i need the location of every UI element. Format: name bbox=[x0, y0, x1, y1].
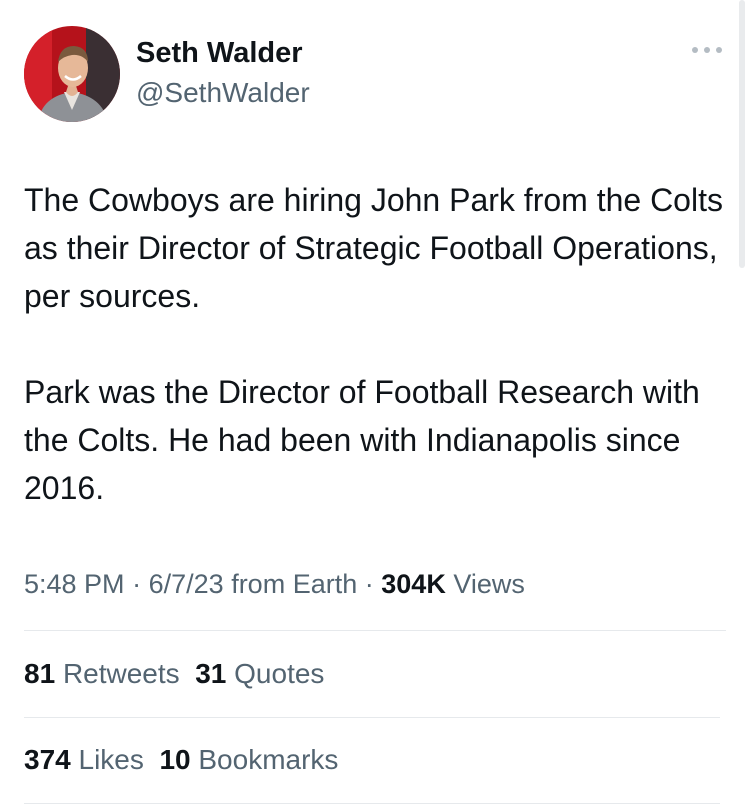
tweet-date[interactable]: 6/7/23 bbox=[149, 569, 224, 599]
tweet-time[interactable]: 5:48 PM bbox=[24, 569, 125, 599]
quotes-stat[interactable]: 31 Quotes bbox=[195, 658, 324, 689]
divider bbox=[24, 803, 720, 804]
tweet-paragraph: Park was the Director of Football Resear… bbox=[24, 374, 700, 506]
engagement-row-likes: 374 Likes 10 Bookmarks bbox=[24, 742, 338, 778]
more-dot bbox=[692, 47, 698, 53]
likes-label: Likes bbox=[78, 744, 144, 775]
tweet-paragraph: The Cowboys are hiring John Park from th… bbox=[24, 182, 723, 314]
avatar-photo bbox=[24, 26, 120, 122]
tweet-source: from Earth bbox=[231, 569, 358, 599]
bookmarks-label: Bookmarks bbox=[198, 744, 339, 775]
views-count: 304K bbox=[381, 569, 446, 599]
scrollbar[interactable] bbox=[739, 0, 745, 268]
quotes-count: 31 bbox=[195, 658, 227, 689]
bookmarks-stat[interactable]: 10 Bookmarks bbox=[159, 744, 338, 775]
author-display-name[interactable]: Seth Walder bbox=[136, 36, 303, 70]
avatar[interactable] bbox=[24, 26, 120, 122]
more-options-icon[interactable] bbox=[692, 42, 722, 58]
tweet-body: The Cowboys are hiring John Park from th… bbox=[24, 176, 736, 512]
likes-count: 374 bbox=[24, 744, 71, 775]
more-dot bbox=[704, 47, 710, 53]
bookmarks-count: 10 bbox=[159, 744, 191, 775]
retweets-stat[interactable]: 81 Retweets bbox=[24, 658, 180, 689]
likes-stat[interactable]: 374 Likes bbox=[24, 744, 144, 775]
more-dot bbox=[716, 47, 722, 53]
meta-separator: · bbox=[364, 569, 374, 599]
author-handle[interactable]: @SethWalder bbox=[136, 76, 310, 110]
meta-separator: · bbox=[132, 569, 142, 599]
retweets-label: Retweets bbox=[62, 658, 180, 689]
engagement-row-reposts: 81 Retweets 31 Quotes bbox=[24, 656, 324, 692]
retweets-count: 81 bbox=[24, 658, 56, 689]
divider bbox=[24, 630, 726, 631]
tweet-meta: 5:48 PM · 6/7/23 from Earth · 304K Views bbox=[24, 566, 525, 602]
quotes-label: Quotes bbox=[234, 658, 325, 689]
views-label: Views bbox=[453, 569, 525, 599]
divider bbox=[24, 717, 720, 718]
